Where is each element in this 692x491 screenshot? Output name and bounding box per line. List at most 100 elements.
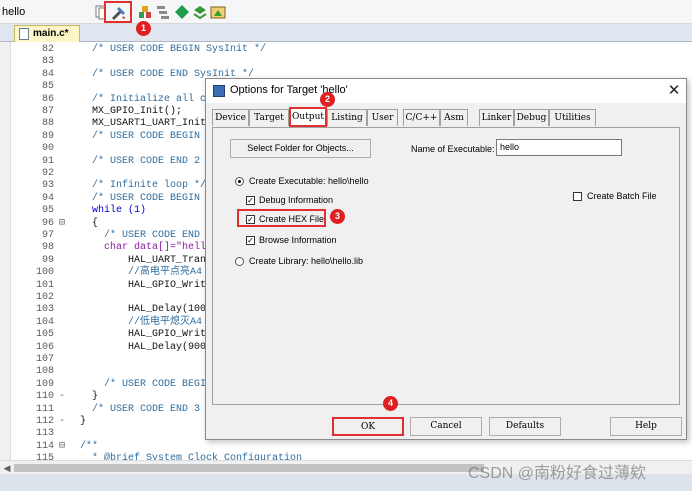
line-number: 110 — [35, 391, 54, 403]
create-executable-label: Create Executable: hello\hello — [249, 176, 369, 186]
tab-output[interactable]: Output — [289, 107, 327, 127]
tab-main-c[interactable]: main.c* — [14, 25, 80, 42]
tab-device[interactable]: Device — [212, 109, 249, 126]
name-of-executable-input[interactable]: hello — [496, 139, 622, 156]
code-text: MX_USART1_UART_Init( — [80, 118, 213, 130]
tab-asm[interactable]: Asm — [440, 109, 468, 126]
options-dialog: Options for Target 'hello' ✕ Device Targ… — [205, 78, 687, 440]
name-of-executable-label: Name of Executable: — [411, 144, 495, 154]
fold-marker[interactable]: ⊟ — [57, 441, 67, 453]
line-number: 91 — [41, 155, 54, 167]
scroll-thumb[interactable] — [14, 464, 484, 472]
code-text: char data[]="hello — [80, 242, 213, 254]
line-number: 111 — [35, 403, 54, 415]
code-text: /* Infinite loop */ — [80, 180, 207, 192]
dialog-titlebar: Options for Target 'hello' ✕ — [206, 79, 686, 103]
line-number: 86 — [41, 93, 54, 105]
target-select[interactable]: hello — [0, 3, 92, 21]
line-number: 94 — [41, 192, 54, 204]
code-text: /** — [80, 440, 99, 452]
line-number: 109 — [35, 378, 54, 390]
code-text: /* USER CODE END 2 * — [80, 155, 213, 167]
ok-button[interactable]: OK — [332, 417, 404, 436]
line-number: 114 — [35, 440, 54, 452]
tab-utilities[interactable]: Utilities — [549, 109, 596, 126]
tab-debug[interactable]: Debug — [514, 109, 549, 126]
browse-information-checkbox[interactable]: ✓ — [246, 236, 255, 245]
code-text: HAL_GPIO_Write — [80, 329, 213, 341]
fold-marker[interactable]: - — [57, 416, 67, 428]
callout-badge-4: 4 — [383, 396, 398, 411]
create-batch-file-label: Create Batch File — [587, 191, 657, 201]
create-batch-file-checkbox[interactable] — [573, 192, 582, 201]
pack-installer-icon[interactable] — [174, 4, 190, 20]
tab-c-cpp[interactable]: C/C++ — [403, 109, 440, 126]
line-number: 104 — [35, 316, 54, 328]
fold-marker[interactable]: - — [57, 391, 67, 403]
cancel-button[interactable]: Cancel — [410, 417, 482, 436]
browse-information-label: Browse Information — [259, 235, 337, 245]
line-number: 99 — [41, 254, 54, 266]
code-text: /* USER CODE BEGIN SysInit */ — [80, 44, 267, 55]
line-number: 101 — [35, 279, 54, 291]
file-icon — [19, 28, 29, 40]
code-text: HAL_Delay(1000 — [80, 304, 213, 316]
line-number: 103 — [35, 304, 54, 316]
tab-linker[interactable]: Linker — [479, 109, 514, 126]
tab-listing[interactable]: Listing — [327, 109, 367, 126]
line-number: 95 — [41, 205, 54, 217]
create-executable-radio[interactable] — [235, 177, 244, 186]
line-number: 98 — [41, 242, 54, 254]
code-text: * @brief System Clock Configuration — [80, 453, 303, 460]
code-text: } — [80, 391, 99, 403]
code-text: /* Initialize all co — [80, 93, 213, 105]
line-number: 112 — [35, 416, 54, 427]
line-number: 85 — [41, 81, 54, 93]
scroll-left-icon[interactable]: ◀ — [2, 461, 12, 475]
create-library-radio[interactable] — [235, 257, 244, 266]
code-line: 83 — [0, 56, 692, 68]
close-icon[interactable]: ✕ — [664, 81, 684, 101]
code-text: HAL_Delay(900) — [80, 341, 213, 353]
editor-tabbar: main.c* — [0, 24, 692, 42]
line-number: 100 — [35, 267, 54, 279]
tab-user[interactable]: User — [367, 109, 398, 126]
code-text: HAL_UART_Trans — [80, 254, 213, 266]
tab-target[interactable]: Target — [249, 109, 289, 126]
tab-label: main.c* — [33, 28, 69, 39]
code-text: /* USER CODE END W — [80, 230, 213, 241]
line-number: 102 — [35, 292, 54, 303]
code-text: /* USER CODE BEGIN 2 — [80, 130, 213, 142]
line-number: 83 — [41, 56, 54, 68]
code-text: HAL_GPIO_Write — [80, 279, 213, 291]
dialog-app-icon — [213, 85, 225, 97]
create-library-label: Create Library: hello\hello.lib — [249, 256, 364, 266]
manage-project-items-icon[interactable] — [137, 4, 153, 20]
toolbar: hello — [0, 0, 692, 24]
create-hex-highlight — [237, 209, 326, 227]
code-text: /* USER CODE BEGIN W — [80, 192, 213, 204]
options-for-target-button[interactable] — [104, 1, 132, 23]
download-icon[interactable] — [210, 4, 226, 20]
line-number: 82 — [41, 44, 54, 55]
code-text: //高电平点亮A4 — [80, 267, 203, 279]
fold-marker[interactable]: ⊟ — [57, 218, 67, 230]
output-panel: Select Folder for Objects... Name of Exe… — [212, 127, 680, 405]
line-number: 88 — [41, 118, 54, 130]
line-number: 105 — [35, 329, 54, 341]
line-number: 113 — [35, 428, 54, 440]
code-text: while (1) — [80, 205, 147, 217]
code-text: { — [80, 217, 99, 229]
line-number: 90 — [41, 143, 54, 155]
callout-badge-2: 2 — [320, 92, 335, 107]
help-button[interactable]: Help — [610, 417, 682, 436]
select-folder-button[interactable]: Select Folder for Objects... — [230, 139, 371, 158]
code-text: } — [80, 416, 87, 427]
debug-information-checkbox[interactable]: ✓ — [246, 196, 255, 205]
line-number: 84 — [41, 68, 54, 80]
select-packs-icon[interactable] — [155, 4, 171, 20]
defaults-button[interactable]: Defaults — [489, 417, 561, 436]
options-for-target-icon — [111, 7, 125, 21]
callout-badge-1: 1 — [136, 21, 151, 36]
run-time-env-icon[interactable] — [192, 4, 208, 20]
